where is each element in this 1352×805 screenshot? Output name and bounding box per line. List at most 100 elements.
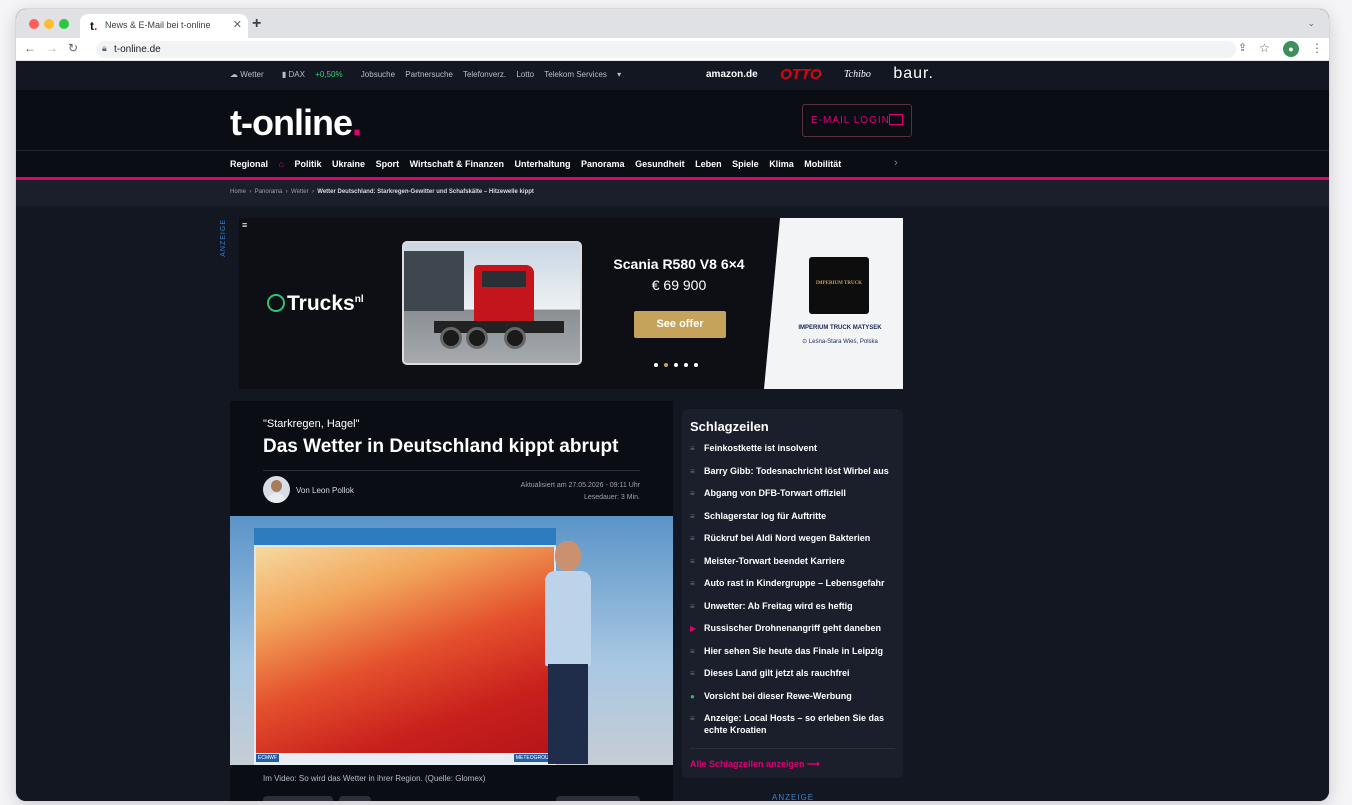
- home-icon[interactable]: ⌂: [279, 159, 284, 169]
- tab-title: News & E-Mail bei t-online: [105, 20, 211, 30]
- headline-item[interactable]: ● Vorsicht bei dieser Rewe-Werbung: [690, 690, 898, 702]
- nav-item-ukraine[interactable]: Ukraine: [332, 159, 365, 169]
- article-icon: ≡: [690, 489, 695, 498]
- nav-item-sport[interactable]: Sport: [376, 159, 400, 169]
- otto-logo[interactable]: OTTO: [780, 66, 821, 83]
- nav-item-mobilitaet[interactable]: Mobilität: [804, 159, 841, 169]
- headline-item[interactable]: ≡ Rückruf bei Aldi Nord wegen Bakterien: [690, 532, 898, 544]
- jobsuche-link[interactable]: Jobsuche: [361, 70, 395, 79]
- weather-link[interactable]: ☁︎ Wetter: [230, 70, 272, 79]
- headline-text: Meister-Torwart beendet Karriere: [704, 555, 845, 566]
- minimize-window-icon[interactable]: [44, 19, 54, 29]
- reload-icon[interactable]: ↻: [68, 41, 78, 55]
- headline-item[interactable]: ≡ Abgang von DFB-Torwart offiziell: [690, 487, 898, 499]
- dax-link[interactable]: ▮ DAX +0,50%: [282, 70, 351, 79]
- headline-item[interactable]: ≡ Unwetter: Ab Freitag wird es heftig: [690, 600, 898, 612]
- carousel-dot[interactable]: [664, 363, 668, 367]
- more-menu-icon[interactable]: ⋮: [1311, 41, 1323, 55]
- headline-text: Barry Gibb: Todesnachricht löst Wirbel a…: [704, 465, 889, 476]
- nav-item-gesundheit[interactable]: Gesundheit: [635, 159, 685, 169]
- ad-menu-icon[interactable]: ≡: [242, 220, 247, 230]
- nav-item-klima[interactable]: Klima: [769, 159, 794, 169]
- tab-close-icon[interactable]: ✕: [233, 18, 242, 31]
- telefonverz-link[interactable]: Telefonverz.: [463, 70, 506, 79]
- breadcrumb-home[interactable]: Home: [230, 189, 246, 195]
- back-icon[interactable]: ←: [24, 41, 36, 55]
- headline-item[interactable]: ≡ Anzeige: Local Hosts – so erleben Sie d…: [690, 712, 898, 736]
- browser-tab[interactable]: t. News & E-Mail bei t-online ✕: [80, 14, 248, 38]
- author-name[interactable]: Von Leon Pollok: [296, 486, 354, 495]
- trucks-nl-logo: Trucksnl: [267, 292, 364, 316]
- t-online-logo[interactable]: t-online.: [230, 102, 362, 144]
- see-offer-button[interactable]: See offer: [634, 311, 726, 338]
- amazon-logo[interactable]: amazon.de: [706, 69, 758, 80]
- breadcrumb-bar: Home › Panorama › Wetter › Wetter Deutsc…: [16, 180, 1329, 206]
- breadcrumb-panorama[interactable]: Panorama: [255, 189, 283, 195]
- headline-item[interactable]: ≡ Schlagerstar log für Auftritte: [690, 510, 898, 522]
- maximize-window-icon[interactable]: [59, 19, 69, 29]
- nav-item-leben[interactable]: Leben: [695, 159, 722, 169]
- headline-text: Hier sehen Sie heute das Finale in Leipz…: [704, 645, 884, 656]
- reading-time: Lesedauer: 3 Min.: [583, 494, 640, 501]
- telekom-services-dropdown[interactable]: Telekom Services ▾: [544, 70, 621, 79]
- profile-avatar-icon[interactable]: ●: [1283, 41, 1299, 57]
- comment-button[interactable]: [339, 796, 371, 801]
- ad-carousel-dots[interactable]: [654, 354, 714, 372]
- email-login-button[interactable]: E-MAIL LOGIN: [802, 104, 912, 137]
- dealer-name: IMPERIUM TRUCK MATYSEK: [798, 325, 882, 331]
- breadcrumb: Home › Panorama › Wetter › Wetter Deutsc…: [230, 189, 534, 195]
- video-player[interactable]: ECMWF METEOGROUP: [230, 516, 673, 765]
- headline-item[interactable]: ≡ Meister-Torwart beendet Karriere: [690, 555, 898, 567]
- vegan-icon: ●: [690, 691, 695, 701]
- headline-item[interactable]: ▶ Russischer Drohnenangriff geht daneben: [690, 622, 898, 634]
- nav-item-politik[interactable]: Politik: [294, 159, 321, 169]
- headline-item[interactable]: ≡ Hier sehen Sie heute das Finale in Leip…: [690, 645, 898, 657]
- display-ad[interactable]: ≡ ▷ ⁝ Trucksnl Scania R580 V8 6×4 € 69 9…: [239, 218, 903, 389]
- imperium-truck-logo: IMPERIUM TRUCK: [809, 257, 869, 314]
- share-icon[interactable]: ⇪: [1238, 41, 1247, 54]
- bookmark-star-icon[interactable]: ☆: [1259, 41, 1270, 55]
- carousel-dot[interactable]: [684, 363, 688, 367]
- headline-text: Anzeige: Local Hosts – so erleben Sie da…: [704, 713, 885, 735]
- baur-logo[interactable]: baur.: [893, 65, 934, 83]
- tchibo-logo[interactable]: Tchibo: [844, 69, 871, 80]
- main-navigation: Regional ⌂ Politik Ukraine Sport Wirtsch…: [16, 150, 1329, 177]
- nav-item-spiele[interactable]: Spiele: [732, 159, 759, 169]
- dealer-panel: IMPERIUM TRUCK IMPERIUM TRUCK MATYSEK ⊙ …: [764, 218, 903, 389]
- headline-item[interactable]: ≡ Auto rast in Kindergruppe – Lebensgefah…: [690, 577, 898, 589]
- lotto-link[interactable]: Lotto: [516, 70, 534, 79]
- article-icon: ≡: [690, 556, 695, 566]
- article-icon: ≡: [690, 511, 695, 521]
- carousel-dot[interactable]: [654, 363, 658, 367]
- url-text: t-online.de: [114, 44, 161, 55]
- truck-photo: [402, 241, 582, 365]
- headline-text: Auto rast in Kindergruppe – Lebensgefahr: [704, 578, 885, 588]
- nav-item-wirtschaft[interactable]: Wirtschaft & Finanzen: [410, 159, 504, 169]
- ad-price: € 69 900: [651, 277, 707, 293]
- breadcrumb-wetter[interactable]: Wetter: [291, 189, 309, 195]
- address-bar[interactable]: 🔒︎ t-online.de: [96, 41, 1236, 58]
- new-tab-button[interactable]: +: [252, 15, 261, 33]
- headline-text: Abgang von DFB-Torwart offiziell: [704, 488, 846, 498]
- article-icon: ≡: [690, 579, 695, 588]
- share-button[interactable]: [263, 796, 333, 801]
- partnersuche-link[interactable]: Partnersuche: [405, 70, 453, 79]
- nav-scroll-right-icon[interactable]: ›: [894, 157, 898, 169]
- forward-icon[interactable]: →: [46, 41, 58, 55]
- envelope-icon: [889, 114, 903, 125]
- tab-search-chevron-icon[interactable]: ⌄: [1307, 18, 1315, 29]
- site-header: t-online. E-MAIL LOGIN: [16, 90, 1329, 150]
- headline-item[interactable]: ≡ Dieses Land gilt jetzt als rauchfrei: [690, 667, 898, 679]
- nav-item-unterhaltung[interactable]: Unterhaltung: [515, 159, 571, 169]
- headline-item[interactable]: ≡ Feinkostkette ist insolvent: [690, 442, 898, 454]
- all-headlines-link[interactable]: Alle Schlagzeilen anzeigen ⟶: [690, 759, 820, 770]
- headline-item[interactable]: ≡ Barry Gibb: Todesnachricht löst Wirbel …: [690, 465, 898, 477]
- carousel-dot[interactable]: [674, 363, 678, 367]
- author-avatar[interactable]: [263, 476, 290, 503]
- close-window-icon[interactable]: [29, 19, 39, 29]
- carousel-dot[interactable]: [694, 363, 698, 367]
- nav-item-panorama[interactable]: Panorama: [581, 159, 625, 169]
- nav-item-regional[interactable]: Regional: [230, 159, 268, 169]
- bookmark-button[interactable]: [556, 796, 640, 801]
- play-icon: ▶: [690, 624, 697, 633]
